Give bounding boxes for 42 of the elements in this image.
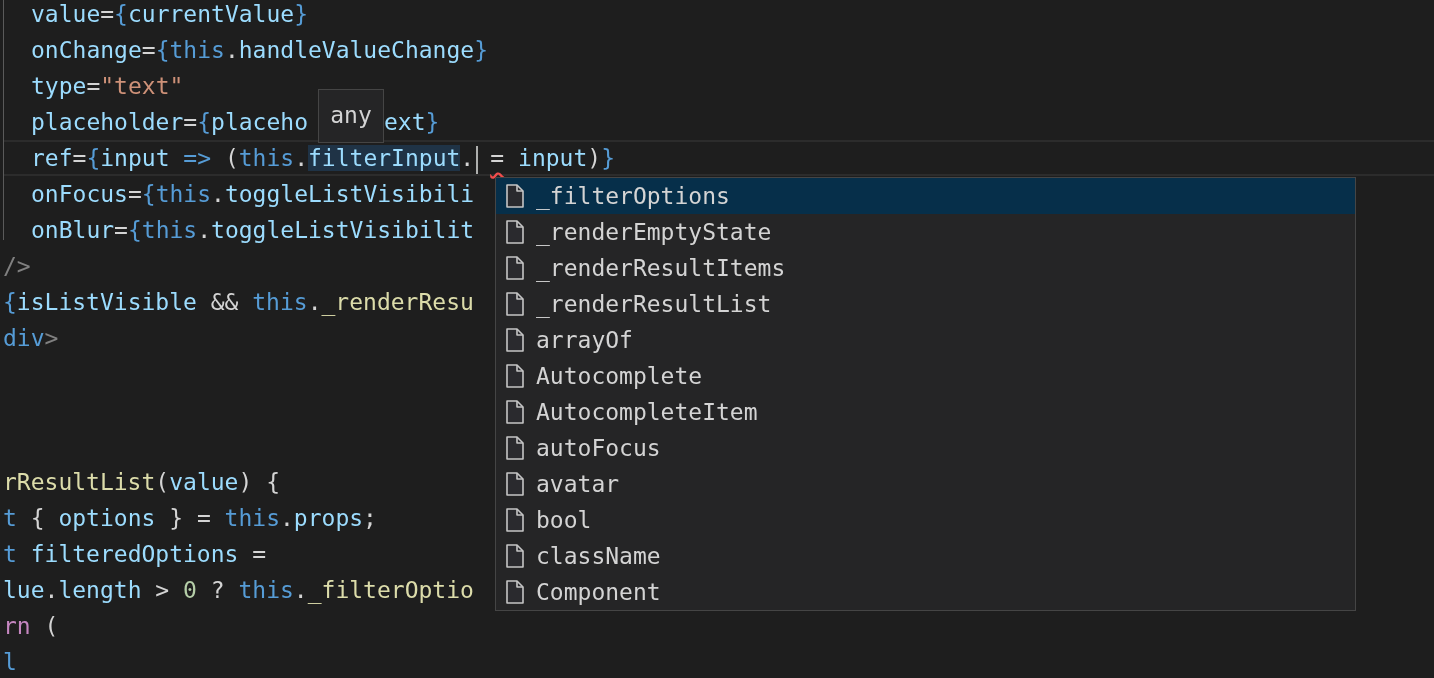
suggestion-item[interactable]: _renderEmptyState [496, 214, 1355, 250]
type-tooltip: any [318, 89, 384, 143]
file-icon [505, 436, 525, 460]
suggestion-item[interactable]: avatar [496, 466, 1355, 502]
file-icon [505, 220, 525, 244]
code-line: t filteredOptions = [3, 540, 267, 569]
file-icon [505, 508, 525, 532]
suggestion-item[interactable]: _renderResultItems [496, 250, 1355, 286]
code-line: onChange={this.handleValueChange} [31, 36, 488, 65]
code-line: onFocus={this.toggleListVisibili [31, 180, 475, 209]
file-icon [505, 580, 525, 604]
suggestion-item[interactable]: _renderResultList [496, 286, 1355, 322]
file-icon [505, 256, 525, 280]
suggestion-item[interactable]: autoFocus [496, 430, 1355, 466]
code-line: l [3, 648, 17, 677]
code-line: rResultList(value) { [3, 468, 280, 497]
code-line: lue.length > 0 ? this._filterOptio [3, 576, 474, 606]
suggestion-item[interactable]: bool [496, 502, 1355, 538]
suggestion-item[interactable]: Component [496, 574, 1355, 610]
code-line: t { options } = this.props; [3, 504, 377, 533]
code-line: rn ( [3, 612, 59, 641]
code-line: type="text" [31, 72, 184, 101]
file-icon [505, 472, 525, 496]
text-cursor [476, 145, 479, 174]
suggestion-item[interactable]: AutocompleteItem [496, 394, 1355, 430]
file-icon [505, 364, 525, 388]
suggestion-item[interactable]: className [496, 538, 1355, 574]
code-line: {isListVisible && this._renderResu [3, 288, 474, 318]
suggestion-item[interactable]: Autocomplete [496, 358, 1355, 394]
code-line: ref={input => (this.filterInput. = input)} [31, 142, 616, 174]
file-icon [505, 544, 525, 568]
suggestion-item[interactable]: _filterOptions [496, 178, 1355, 214]
file-icon [505, 400, 525, 424]
code-line: /> [3, 252, 31, 281]
code-line: div> [3, 324, 59, 353]
file-icon [505, 184, 525, 208]
code-line: value={currentValue} [31, 0, 308, 29]
suggestion-item[interactable]: arrayOf [496, 322, 1355, 358]
code-line: onBlur={this.toggleListVisibilit [31, 216, 475, 245]
file-icon [505, 328, 525, 352]
code-editor[interactable] [0, 0, 1434, 678]
file-icon [505, 292, 525, 316]
